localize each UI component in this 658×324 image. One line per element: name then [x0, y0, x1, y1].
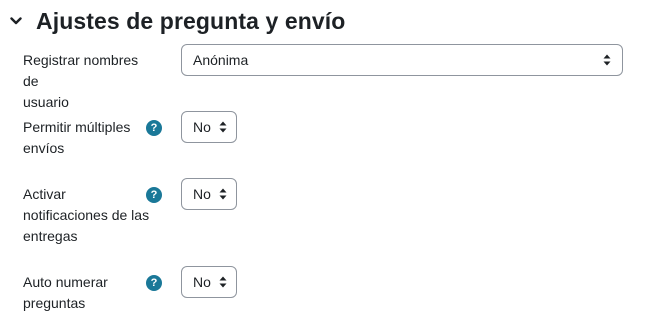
select-arrows-icon [219, 276, 227, 288]
select-arrows-icon [219, 121, 227, 133]
select-value: No [193, 119, 211, 135]
select-arrows-icon [219, 188, 227, 200]
field-label: Permitir múltiples envíos [23, 119, 131, 156]
select-value: No [193, 186, 211, 202]
select-arrows-icon [603, 54, 611, 66]
help-icon[interactable]: ? [146, 120, 162, 136]
field-label: Registrar nombres de usuario [23, 52, 139, 110]
registrar-nombres-select[interactable]: Anónima [181, 44, 623, 76]
select-value: Anónima [193, 52, 249, 68]
chevron-down-icon[interactable] [8, 13, 24, 29]
multiples-envios-select[interactable]: No [181, 111, 237, 143]
field-label: Activar notificaciones de las entregas [23, 186, 150, 244]
notificaciones-entregas-select[interactable]: No [181, 178, 237, 210]
section-title: Ajustes de pregunta y envío [36, 7, 346, 34]
auto-numerar-select[interactable]: No [181, 266, 237, 298]
help-icon[interactable]: ? [146, 187, 162, 203]
settings-form: Ajustes de pregunta y envío Registrar no… [0, 0, 658, 324]
section-header[interactable]: Ajustes de pregunta y envío [8, 6, 345, 36]
field-label: Auto numerar preguntas [23, 274, 108, 311]
select-value: No [193, 274, 211, 290]
help-icon[interactable]: ? [146, 275, 162, 291]
